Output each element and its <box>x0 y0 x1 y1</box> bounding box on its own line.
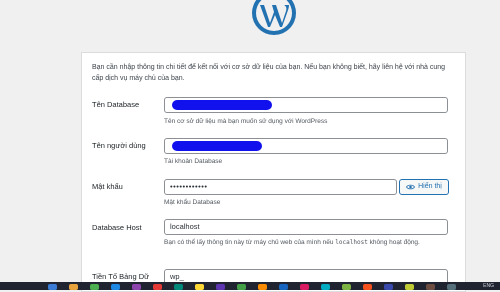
taskbar-app-icon[interactable] <box>279 284 288 290</box>
taskbar-app-icon[interactable] <box>216 284 225 290</box>
taskbar-app-icon[interactable] <box>132 284 141 290</box>
taskbar-app-icon[interactable] <box>447 284 456 290</box>
taskbar-app-icon[interactable] <box>90 284 99 290</box>
redaction-mark <box>172 141 262 151</box>
taskbar: ENG <box>0 282 500 290</box>
taskbar-app-icon[interactable] <box>426 284 435 290</box>
redaction-mark <box>172 100 272 110</box>
language-indicator[interactable]: ENG <box>483 282 494 290</box>
table-prefix-label: Tiền Tố Bảng Dữ <box>92 272 150 281</box>
db-host-hint-text: Bạn có thể lấy thông tin này từ máy chủ … <box>164 239 336 246</box>
taskbar-app-icon[interactable] <box>258 284 267 290</box>
password-hint: Mật khẩu Database <box>164 199 221 206</box>
show-password-label: Hiển thị <box>418 183 442 190</box>
intro-text: Bạn cần nhập thông tin chi tiết để kết n… <box>92 64 446 82</box>
taskbar-app-icon[interactable] <box>342 284 351 290</box>
taskbar-app-icon[interactable] <box>384 284 393 290</box>
taskbar-app-icon[interactable] <box>174 284 183 290</box>
db-host-label: Database Host <box>92 223 142 232</box>
taskbar-app-icon[interactable] <box>405 284 414 290</box>
db-name-hint: Tên cơ sở dữ liệu mà bạn muốn sử dụng vớ… <box>164 118 328 125</box>
table-prefix-value: wp_ <box>170 272 184 281</box>
taskbar-app-icon[interactable] <box>363 284 372 290</box>
db-host-hint: Bạn có thể lấy thông tin này từ máy chủ … <box>164 238 449 248</box>
taskbar-app-icon[interactable] <box>48 284 57 290</box>
wordpress-logo-icon <box>252 0 296 35</box>
taskbar-app-icon[interactable] <box>69 284 78 290</box>
db-host-hint-code: localhost <box>335 239 368 246</box>
username-label: Tên người dùng <box>92 141 146 150</box>
db-host-input[interactable]: localhost <box>164 219 448 235</box>
db-name-label: Tên Database <box>92 100 140 109</box>
eye-icon <box>406 184 416 190</box>
db-host-hint-tail: không hoạt động. <box>367 239 420 246</box>
password-input[interactable]: •••••••••••• <box>164 179 397 195</box>
password-label: Mật khẩu <box>92 182 123 191</box>
db-host-value: localhost <box>170 222 200 231</box>
taskbar-app-icon[interactable] <box>237 284 246 290</box>
username-hint: Tài khoản Database <box>164 158 223 165</box>
taskbar-app-icon[interactable] <box>321 284 330 290</box>
show-password-button[interactable]: Hiển thị <box>399 179 449 195</box>
taskbar-app-icon[interactable] <box>111 284 120 290</box>
password-value: •••••••••••• <box>170 182 208 191</box>
taskbar-app-icon[interactable] <box>195 284 204 290</box>
taskbar-app-icon[interactable] <box>153 284 162 290</box>
taskbar-app-icon[interactable] <box>300 284 309 290</box>
db-setup-form: Bạn cần nhập thông tin chi tiết để kết n… <box>81 52 466 292</box>
